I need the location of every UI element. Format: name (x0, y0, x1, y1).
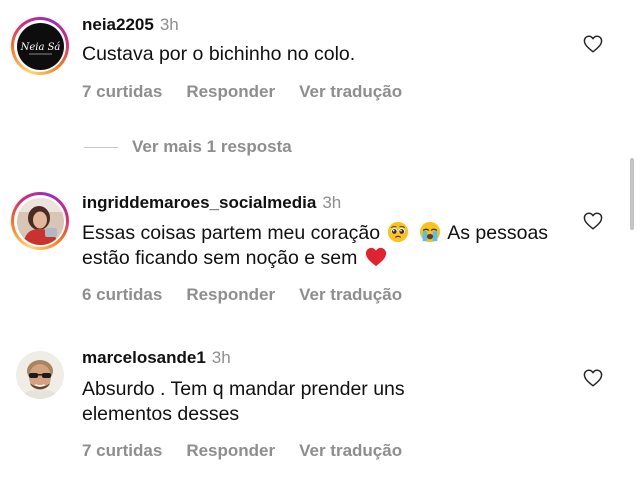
pleading-face-emoji (388, 221, 409, 243)
username[interactable]: ingriddemaroes_socialmedia (82, 193, 316, 212)
timestamp: 3h (211, 348, 231, 367)
comment-actions: 7 curtidas Responder Ver tradução (82, 82, 426, 102)
comment-text: Custava por o bichinho no colo. (82, 43, 356, 65)
translate-button[interactable]: Ver tradução (299, 441, 402, 460)
view-more-replies-button[interactable]: Ver mais 1 resposta (84, 137, 292, 157)
red-heart-emoji (365, 247, 386, 267)
scrollbar-thumb[interactable] (630, 158, 634, 230)
loudly-crying-face-emoji (419, 221, 440, 243)
comment-header: neia2205 3h (82, 15, 179, 35)
view-more-replies-label: Ver mais 1 resposta (132, 137, 292, 156)
comment-header: ingriddemaroes_socialmedia 3h (82, 193, 341, 213)
comment-text: Essas coisas partem meu coração As pesso… (82, 221, 552, 271)
heart-outline-icon[interactable] (583, 35, 603, 53)
translate-button[interactable]: Ver tradução (299, 82, 402, 101)
username[interactable]: neia2205 (82, 15, 154, 34)
avatar-story-ring[interactable] (11, 192, 69, 250)
username[interactable]: marcelosande1 (82, 348, 206, 367)
heart-outline-icon[interactable] (583, 212, 603, 230)
avatar (16, 197, 64, 245)
avatar: Neia Sá (16, 22, 64, 70)
reply-button[interactable]: Responder (186, 82, 275, 101)
reply-button[interactable]: Responder (186, 285, 275, 304)
translate-button[interactable]: Ver tradução (299, 285, 402, 304)
comment-text: Absurdo . Tem q mandar prender uns eleme… (82, 378, 405, 425)
avatar-wrapper[interactable] (11, 346, 69, 404)
likes-count[interactable]: 7 curtidas (82, 82, 162, 101)
likes-count[interactable]: 7 curtidas (82, 441, 162, 460)
comment-header: marcelosande1 3h (82, 348, 231, 368)
timestamp: 3h (159, 15, 179, 34)
comment-actions: 7 curtidas Responder Ver tradução (82, 441, 426, 461)
divider-line (84, 147, 118, 149)
reply-button[interactable]: Responder (186, 441, 275, 460)
comment-actions: 6 curtidas Responder Ver tradução (82, 285, 426, 305)
avatar-story-ring[interactable]: Neia Sá (11, 17, 69, 75)
comment-text-part: Essas coisas partem meu coração (82, 222, 381, 244)
heart-outline-icon[interactable] (583, 369, 603, 387)
comments-screen: Neia Sá neia2205 3h Custava por o bichinh… (0, 0, 640, 477)
likes-count[interactable]: 6 curtidas (82, 285, 162, 304)
timestamp: 3h (322, 193, 342, 212)
avatar (16, 351, 64, 399)
avatar-logo: Neia Sá (19, 42, 60, 53)
